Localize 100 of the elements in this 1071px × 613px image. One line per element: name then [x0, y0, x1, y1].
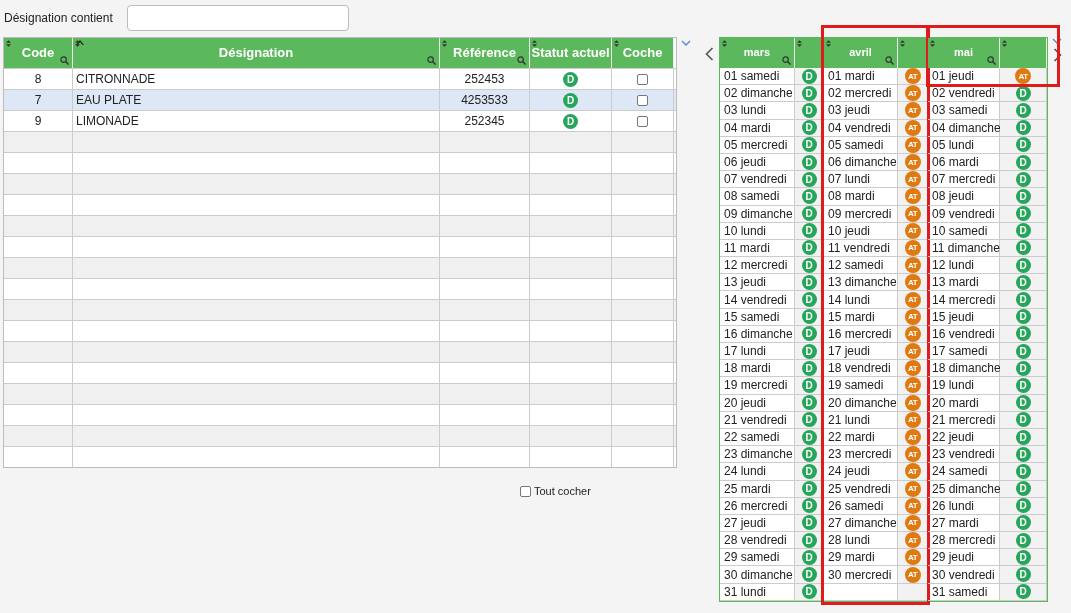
status-badge: AT — [904, 171, 921, 188]
status-badge: D — [801, 102, 817, 118]
status-badge: AT — [904, 68, 921, 85]
status-badge: D — [801, 120, 817, 136]
status-badge: D — [1015, 206, 1031, 222]
status-badge: D — [801, 395, 817, 411]
status-badge: D — [801, 240, 817, 256]
table-row[interactable]: 9 LIMONADE 252345 D — [4, 110, 676, 131]
column-header[interactable]: Coche — [612, 38, 674, 68]
status-badge: D — [1015, 567, 1031, 583]
status-badge: D — [801, 481, 817, 497]
status-badge: D — [801, 343, 817, 359]
status-badge: D — [801, 326, 817, 342]
resize-handle-icon[interactable] — [1002, 40, 1007, 47]
filter-label: Désignation contient — [3, 11, 114, 25]
check-all-checkbox[interactable] — [520, 485, 531, 497]
chevron-down-icon[interactable] — [681, 40, 691, 46]
column-header[interactable]: avril — [824, 38, 898, 68]
status-badge: D — [801, 532, 817, 548]
status-badge: D — [1015, 532, 1031, 548]
chevron-down-icon[interactable] — [1052, 38, 1062, 44]
column-header[interactable]: Référence — [440, 38, 530, 68]
status-badge: D — [801, 429, 817, 445]
status-badge: D — [801, 188, 817, 204]
status-badge: D — [1015, 360, 1031, 376]
status-badge: AT — [904, 85, 921, 102]
search-icon[interactable] — [782, 56, 791, 65]
status-badge: D — [1015, 137, 1031, 153]
status-badge: AT — [904, 257, 921, 274]
status-badge: D — [563, 71, 578, 87]
status-badge: D — [801, 223, 817, 239]
resize-handle-icon[interactable] — [900, 40, 905, 47]
search-icon[interactable] — [60, 56, 69, 65]
status-badge: D — [1015, 274, 1031, 290]
check-all-label: Tout cocher — [534, 485, 591, 497]
status-badge: D — [801, 292, 817, 308]
resize-handle-icon[interactable] — [614, 40, 619, 47]
resize-handle-icon[interactable] — [797, 40, 802, 47]
status-badge: D — [1015, 120, 1031, 136]
status-badge: D — [801, 584, 817, 600]
status-badge: D — [801, 463, 817, 479]
column-header[interactable]: Désignation — [73, 38, 440, 68]
designation-filter-field[interactable] — [127, 5, 349, 31]
status-badge: D — [801, 171, 817, 187]
row-checkbox[interactable] — [637, 115, 648, 127]
status-badge: AT — [904, 274, 921, 291]
status-badge: D — [1015, 446, 1031, 462]
status-badge: D — [1015, 395, 1031, 411]
status-badge: D — [801, 257, 817, 273]
status-badge: D — [1015, 377, 1031, 393]
resize-handle-icon[interactable] — [826, 40, 831, 47]
table-row[interactable]: 7 EAU PLATE 4253533 D — [4, 89, 676, 110]
status-badge: D — [801, 567, 817, 583]
search-icon[interactable] — [885, 56, 894, 65]
status-badge: AT — [904, 429, 921, 446]
status-badge: D — [1015, 102, 1031, 118]
status-badge: D — [1015, 240, 1031, 256]
column-header[interactable]: Statut actuel — [530, 38, 612, 68]
status-badge: D — [1015, 463, 1031, 479]
status-badge: D — [1015, 498, 1031, 514]
status-badge: D — [563, 113, 578, 129]
status-badge: D — [801, 137, 817, 153]
status-badge: AT — [904, 291, 921, 308]
status-badge: D — [801, 515, 817, 531]
status-badge: D — [1015, 343, 1031, 359]
resize-handle-icon[interactable] — [6, 40, 11, 47]
status-badge: AT — [904, 549, 921, 566]
status-badge: D — [563, 92, 578, 108]
row-checkbox[interactable] — [637, 94, 648, 106]
status-badge: D — [1015, 257, 1031, 273]
status-badge: D — [801, 412, 817, 428]
status-badge: D — [801, 154, 817, 170]
row-checkbox[interactable] — [637, 73, 648, 85]
status-badge: D — [801, 446, 817, 462]
status-badge: D — [801, 68, 817, 84]
column-header[interactable]: Code — [4, 38, 73, 68]
status-badge: D — [1015, 515, 1031, 531]
table-row[interactable]: 8 CITRONNADE 252453 D — [4, 68, 676, 89]
search-icon[interactable] — [427, 56, 436, 65]
search-icon[interactable] — [517, 56, 526, 65]
resize-handle-icon[interactable] — [442, 40, 447, 47]
status-badge: D — [1015, 292, 1031, 308]
resize-handle-icon[interactable] — [930, 40, 935, 47]
resize-handle-icon[interactable] — [722, 40, 727, 47]
status-badge: AT — [904, 154, 921, 171]
status-badge: D — [801, 549, 817, 565]
status-badge: AT — [904, 566, 921, 583]
status-badge: AT — [904, 377, 921, 394]
resize-handle-icon[interactable] — [75, 40, 80, 47]
status-badge: D — [1015, 154, 1031, 170]
status-badge: AT — [904, 532, 921, 549]
resize-handle-icon[interactable] — [532, 40, 537, 47]
status-badge: D — [1015, 549, 1031, 565]
search-icon[interactable] — [987, 56, 996, 65]
status-badge: AT — [904, 188, 921, 205]
status-badge: D — [801, 85, 817, 101]
status-badge: D — [801, 274, 817, 290]
column-header[interactable]: mai — [928, 38, 1000, 68]
status-badge: AT — [1015, 68, 1031, 85]
column-header[interactable]: mars — [720, 38, 795, 68]
